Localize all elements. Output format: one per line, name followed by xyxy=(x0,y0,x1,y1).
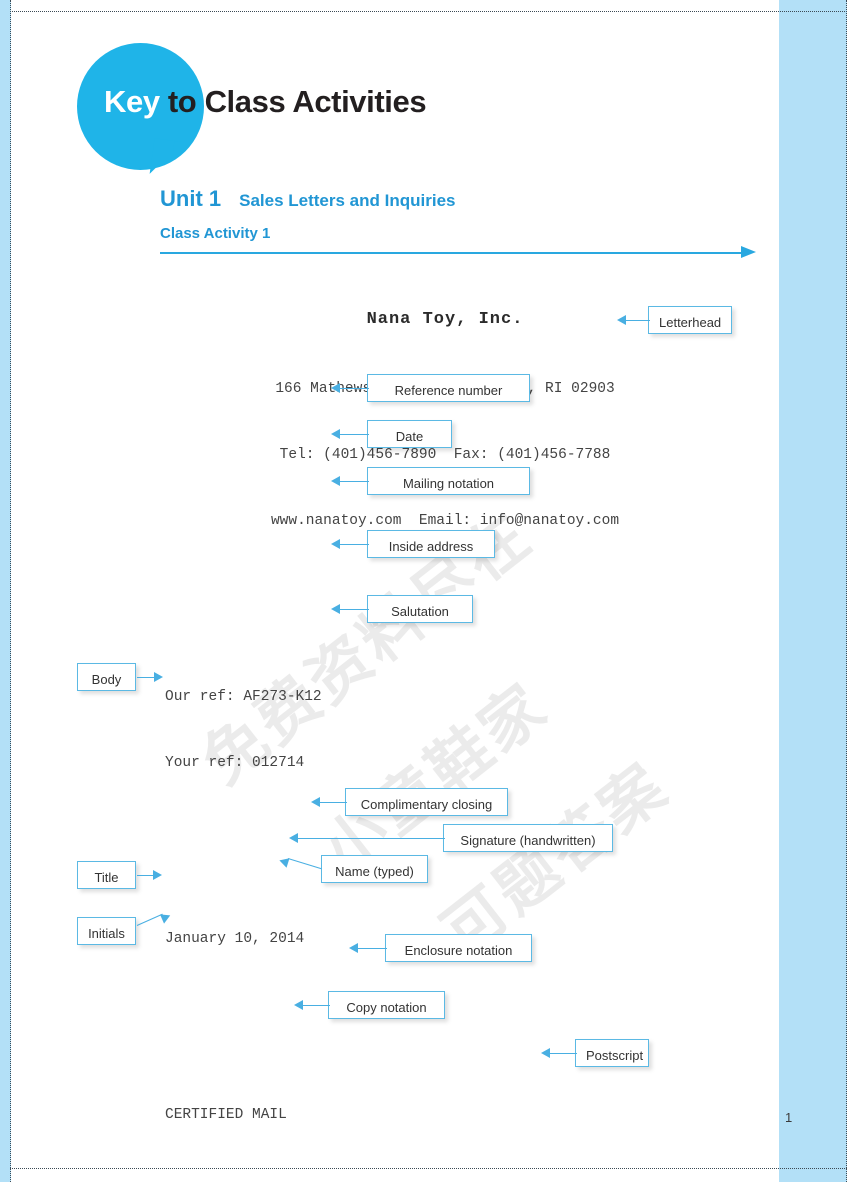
callout-complimentary-closing[interactable]: Complimentary closing xyxy=(345,788,508,816)
callout-body[interactable]: Body xyxy=(77,663,136,691)
our-reference: Our ref: AF273-K12 xyxy=(165,689,322,705)
arrow-postscript-icon xyxy=(541,1048,550,1058)
crop-mark-top xyxy=(10,11,847,12)
crop-mark-left xyxy=(10,0,11,1182)
page-title-to: to xyxy=(159,84,205,119)
callout-name-typed[interactable]: Name (typed) xyxy=(321,855,428,883)
leader-reference-number xyxy=(340,388,369,389)
leader-copy-notation xyxy=(303,1005,330,1006)
crop-mark-right xyxy=(846,0,847,1182)
mailing-notation: CERTIFIED MAIL xyxy=(165,1107,287,1123)
page-title-rest: Class Activities xyxy=(204,84,427,119)
right-edge-band xyxy=(779,0,847,1182)
leader-signature xyxy=(298,838,445,839)
arrow-copy-notation-icon xyxy=(294,1000,303,1010)
page-title: Key to Class Activities xyxy=(104,84,427,120)
arrow-date-icon xyxy=(331,429,340,439)
callout-copy-notation[interactable]: Copy notation xyxy=(328,991,445,1019)
arrow-reference-number-icon xyxy=(331,383,340,393)
arrow-enclosure-notation-icon xyxy=(349,943,358,953)
page-title-key: Key xyxy=(104,84,160,119)
speech-bubble-tail-icon xyxy=(149,138,183,178)
leader-salutation xyxy=(340,609,369,610)
arrow-mailing-notation-icon xyxy=(331,476,340,486)
callout-title[interactable]: Title xyxy=(77,861,136,889)
unit-label: Unit 1 xyxy=(160,186,222,211)
arrow-inside-address-icon xyxy=(331,539,340,549)
leader-body xyxy=(137,677,155,678)
arrow-complimentary-closing-icon xyxy=(311,797,320,807)
callout-postscript[interactable]: Postscript xyxy=(575,1039,649,1067)
unit-topic: Sales Letters and Inquiries xyxy=(239,191,456,210)
page: 免费资料尽在 小童鞋家 可题答案 Key to Class Activities… xyxy=(0,0,864,1182)
section-rule-arrow-icon xyxy=(741,246,756,258)
callout-mailing-notation[interactable]: Mailing notation xyxy=(367,467,530,495)
callout-date[interactable]: Date xyxy=(367,420,452,448)
leader-inside-address xyxy=(340,544,369,545)
leader-initials xyxy=(136,913,163,926)
callout-reference-number[interactable]: Reference number xyxy=(367,374,530,402)
leader-title xyxy=(137,875,154,876)
callout-salutation[interactable]: Salutation xyxy=(367,595,473,623)
callout-signature[interactable]: Signature (handwritten) xyxy=(443,824,613,852)
arrow-body-icon xyxy=(154,672,163,682)
leader-enclosure-notation xyxy=(358,948,387,949)
arrow-letterhead-icon xyxy=(617,315,626,325)
section-rule xyxy=(160,252,742,254)
leader-letterhead xyxy=(626,320,650,321)
unit-heading: Unit 1 Sales Letters and Inquiries xyxy=(160,186,455,212)
callout-letterhead[interactable]: Letterhead xyxy=(648,306,732,334)
callout-initials[interactable]: Initials xyxy=(77,917,136,945)
callout-inside-address[interactable]: Inside address xyxy=(367,530,495,558)
leader-postscript xyxy=(550,1053,577,1054)
your-reference: Your ref: 012714 xyxy=(165,755,305,771)
leader-mailing-notation xyxy=(340,481,369,482)
arrow-title-icon xyxy=(153,870,162,880)
activity-label: Class Activity 1 xyxy=(160,225,271,242)
letterhead-web: www.nanatoy.com Email: info@nanatoy.com xyxy=(270,513,620,529)
callout-enclosure-notation[interactable]: Enclosure notation xyxy=(385,934,532,962)
arrow-salutation-icon xyxy=(331,604,340,614)
arrow-signature-icon xyxy=(289,833,298,843)
page-number: 1 xyxy=(785,1110,793,1125)
leader-date xyxy=(340,434,369,435)
leader-complimentary-closing xyxy=(320,802,347,803)
